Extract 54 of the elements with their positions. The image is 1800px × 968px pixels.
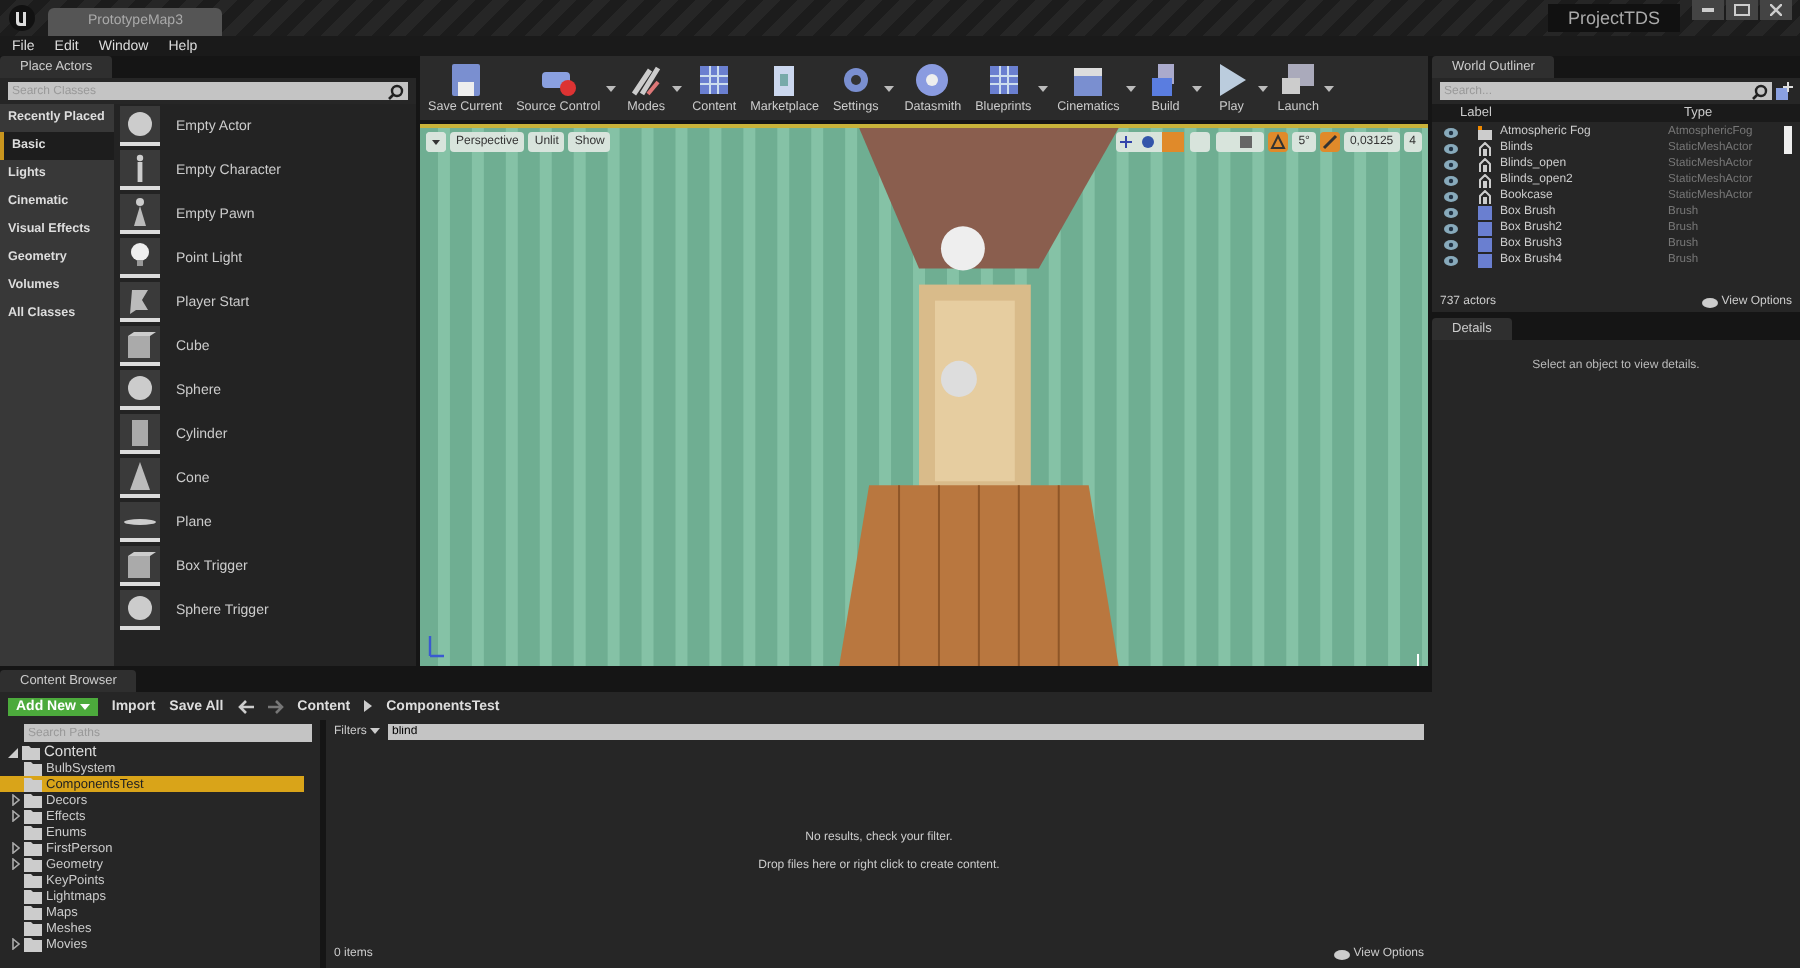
forward-arrow-icon[interactable] — [267, 699, 284, 713]
eye-icon — [1701, 297, 1718, 307]
path-separator-icon — [364, 700, 373, 712]
visibility-eye-icon[interactable] — [1444, 255, 1458, 265]
actor-thumbnail-icon — [120, 326, 160, 366]
search-icon — [388, 83, 404, 99]
dropdown-caret-icon[interactable] — [1257, 85, 1268, 91]
transform-tools-icon[interactable] — [1116, 132, 1265, 152]
expand-arrow-icon[interactable] — [12, 938, 20, 950]
angle-snap-icon[interactable] — [1268, 132, 1289, 152]
actor-thumbnail-icon — [120, 414, 160, 454]
scrollbar-thumb[interactable] — [1784, 126, 1792, 154]
dropdown-caret-icon[interactable] — [1324, 85, 1335, 91]
visibility-eye-icon[interactable] — [1444, 207, 1458, 217]
visibility-eye-icon[interactable] — [1444, 175, 1458, 185]
expand-arrow-icon[interactable] — [8, 747, 18, 757]
visibility-eye-icon[interactable] — [1444, 191, 1458, 201]
actor-thumbnail-icon — [120, 370, 160, 410]
actor-thumbnail-icon — [120, 282, 160, 322]
eye-icon — [1333, 949, 1350, 959]
dropdown-caret-icon[interactable] — [1191, 85, 1202, 91]
caret-icon — [370, 728, 380, 734]
actor-thumbnail-icon — [120, 590, 160, 630]
minimize-button[interactable] — [1692, 0, 1724, 20]
visibility-eye-icon[interactable] — [1444, 159, 1458, 169]
actor-thumbnail-icon — [120, 106, 160, 146]
visibility-eye-icon[interactable] — [1444, 143, 1458, 153]
dropdown-caret-icon[interactable] — [1037, 85, 1048, 91]
actor-thumbnail-icon — [120, 502, 160, 542]
viewport-menu-caret-icon[interactable] — [426, 132, 446, 152]
close-button[interactable] — [1760, 0, 1792, 20]
visibility-eye-icon[interactable] — [1444, 239, 1458, 249]
visibility-eye-icon[interactable] — [1444, 223, 1458, 233]
dropdown-caret-icon[interactable] — [672, 85, 683, 91]
caret-icon — [79, 703, 90, 709]
add-folder-icon[interactable] — [1776, 82, 1794, 100]
close-icon — [1770, 4, 1782, 16]
toolbar-icon — [1278, 62, 1319, 98]
project-name: ProjectTDS — [1547, 4, 1680, 32]
actor-thumbnail-icon — [120, 238, 160, 278]
back-arrow-icon[interactable] — [237, 699, 254, 713]
actor-thumbnail-icon — [120, 194, 160, 234]
actor-thumbnail-icon — [120, 458, 160, 498]
search-icon — [1752, 83, 1768, 99]
dropdown-caret-icon[interactable] — [606, 85, 617, 91]
visibility-eye-icon[interactable] — [1444, 127, 1458, 137]
toolbar-icon — [912, 62, 953, 98]
dropdown-caret-icon[interactable] — [884, 85, 895, 91]
dropdown-caret-icon[interactable] — [1125, 85, 1136, 91]
maximize-button[interactable] — [1726, 0, 1758, 20]
actor-thumbnail-icon — [120, 150, 160, 190]
engine-logo-icon — [8, 4, 36, 32]
actor-thumbnail-icon — [120, 546, 160, 586]
axis-gizmo-icon — [426, 634, 446, 658]
